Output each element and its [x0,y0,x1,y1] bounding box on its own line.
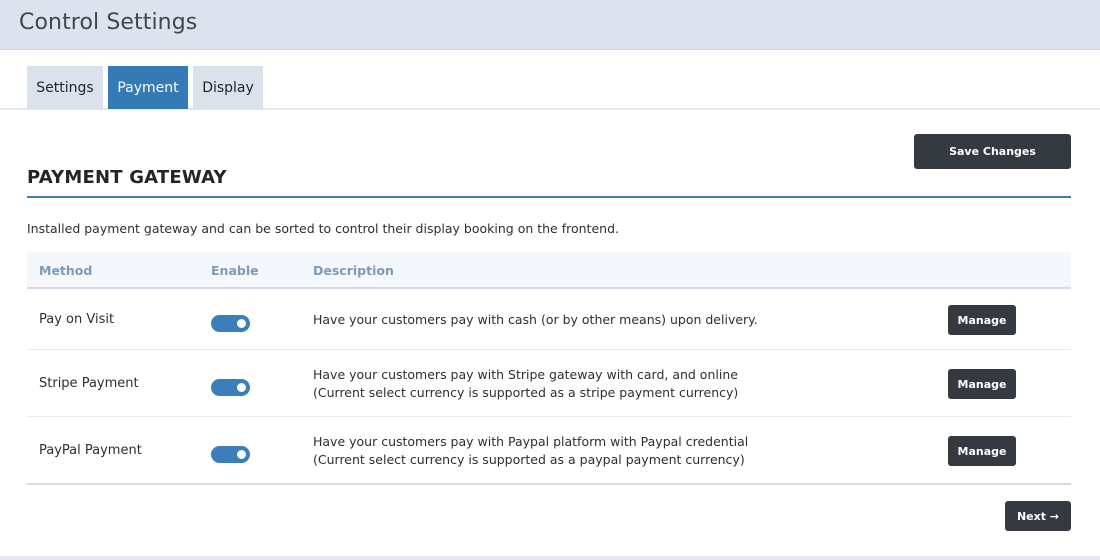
column-header-enable: Enable [211,263,259,278]
section-divider [27,196,1071,198]
tab-display[interactable]: Display [193,66,263,109]
tab-settings[interactable]: Settings [27,66,103,109]
table-row-pay-on-visit: Pay on Visit Have your customers pay wit… [27,289,1071,350]
table-row-stripe-payment: Stripe Payment Have your customers pay w… [27,350,1071,417]
table-header: Method Enable Description [27,252,1071,289]
description-line: Have your customers pay with Paypal plat… [313,434,749,449]
enable-toggle-pay-on-visit[interactable] [211,315,250,332]
tab-payment[interactable]: Payment [108,66,188,109]
enable-toggle-paypal-payment[interactable] [211,446,250,463]
section-title: PAYMENT GATEWAY [27,167,227,188]
payment-panel: Save Changes PAYMENT GATEWAY Installed p… [0,110,1100,556]
column-header-method: Method [39,263,93,278]
manage-button-paypal-payment[interactable]: Manage [948,436,1016,466]
toggle-knob [237,319,246,328]
section-description: Installed payment gateway and can be sor… [27,221,619,236]
description-note: (Current select currency is supported as… [313,452,745,467]
manage-button-stripe-payment[interactable]: Manage [948,369,1016,399]
top-bar: Control Settings [0,0,1100,50]
manage-button-pay-on-visit[interactable]: Manage [948,305,1016,335]
payment-gateway-table: Method Enable Description Pay on Visit H… [27,252,1071,485]
method-description: Have your customers pay with Paypal plat… [313,433,748,469]
table-row-paypal-payment: PayPal Payment Have your customers pay w… [27,417,1071,485]
description-line: Have your customers pay with cash (or by… [313,312,758,327]
tab-bar: Settings Payment Display [0,50,1100,109]
enable-toggle-stripe-payment[interactable] [211,379,250,396]
next-button[interactable]: Next → [1005,501,1071,531]
description-line: Have your customers pay with Stripe gate… [313,367,738,382]
save-changes-button[interactable]: Save Changes [914,134,1071,169]
method-name: Pay on Visit [39,312,115,327]
column-header-description: Description [313,263,394,278]
method-description: Have your customers pay with Stripe gate… [313,366,738,402]
method-name: PayPal Payment [39,443,142,458]
method-name: Stripe Payment [39,376,139,391]
toggle-knob [237,450,246,459]
description-note: (Current select currency is supported as… [313,385,739,400]
toggle-knob [237,383,246,392]
page-title: Control Settings [19,10,198,35]
method-description: Have your customers pay with cash (or by… [313,311,758,329]
